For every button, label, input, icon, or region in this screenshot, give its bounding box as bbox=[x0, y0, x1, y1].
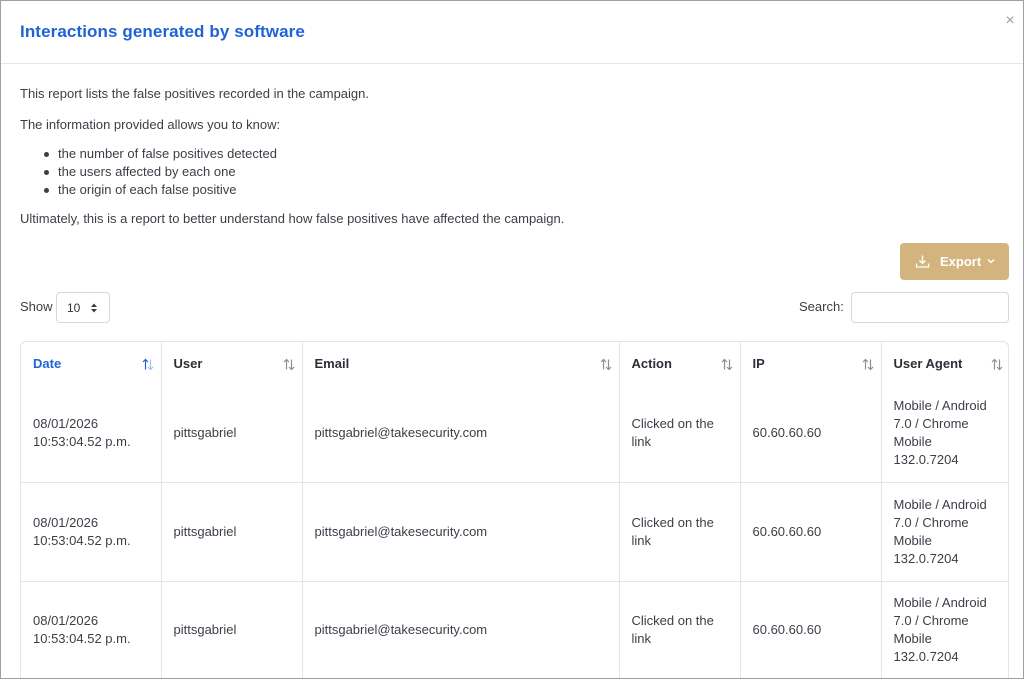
cell-ip: 60.60.60.60 bbox=[740, 385, 882, 482]
column-header-label: Date bbox=[33, 356, 62, 371]
export-label: Export bbox=[940, 254, 982, 269]
page-length-select[interactable]: 10 bbox=[56, 292, 110, 323]
column-header-label: User Agent bbox=[893, 356, 963, 371]
column-header-user-agent[interactable]: User Agent bbox=[881, 342, 1008, 385]
sort-icon bbox=[600, 358, 611, 371]
cell-user: pittsgabriel bbox=[161, 481, 303, 581]
list-item: the number of false positives detected bbox=[44, 145, 1000, 163]
cell-date: 08/01/2026 10:53:04.52 p.m. bbox=[21, 481, 162, 581]
bullet-icon bbox=[44, 152, 49, 157]
table-row: 08/01/2026 10:53:04.52 p.m. pittsgabriel … bbox=[21, 385, 1008, 482]
modal-title: Interactions generated by software bbox=[20, 22, 305, 41]
column-header-ip[interactable]: IP bbox=[740, 342, 882, 385]
table-row: 08/01/2026 10:53:04.52 p.m. pittsgabriel … bbox=[21, 580, 1008, 678]
report-description: This report lists the false positives re… bbox=[20, 86, 1000, 227]
sort-icon bbox=[991, 358, 1003, 371]
modal-header: Interactions generated by software × bbox=[1, 1, 1023, 64]
cell-date: 08/01/2026 10:53:04.52 p.m. bbox=[21, 385, 162, 482]
column-header-label: Email bbox=[314, 356, 350, 371]
sort-icon bbox=[862, 358, 873, 371]
cell-user-agent: Mobile / Android 7.0 / Chrome Mobile 132.0.… bbox=[881, 481, 1008, 581]
sort-icon bbox=[283, 358, 294, 371]
cell-date: 08/01/2026 10:53:04.52 p.m. bbox=[21, 580, 162, 678]
cell-ip: 60.60.60.60 bbox=[740, 580, 882, 678]
close-icon[interactable]: × bbox=[1001, 12, 1019, 30]
description-paragraph: This report lists the false positives re… bbox=[20, 86, 370, 101]
column-header-label: Action bbox=[631, 356, 672, 371]
show-entries-label: Show bbox=[20, 299, 53, 314]
column-header-label: IP bbox=[752, 356, 765, 371]
table-header-row: Date User Email Action IP User Agent bbox=[21, 342, 1008, 385]
column-header-email[interactable]: Email bbox=[302, 342, 620, 385]
column-header-user[interactable]: User bbox=[161, 342, 303, 385]
cell-action: Clicked on the link bbox=[619, 580, 741, 678]
select-arrows-icon bbox=[91, 303, 97, 313]
cell-user-agent: Mobile / Android 7.0 / Chrome Mobile 132.0.… bbox=[893, 398, 987, 468]
cell-action: Clicked on the link bbox=[619, 385, 741, 482]
description-paragraph: Ultimately, this is a report to better u… bbox=[20, 211, 565, 226]
page-length-value: 10 bbox=[67, 301, 81, 315]
list-item: the origin of each false positive bbox=[44, 181, 1000, 199]
chevron-down-icon bbox=[987, 258, 995, 264]
search-input[interactable] bbox=[851, 292, 1009, 323]
cell-email: pittsgabriel@takesecurity.com bbox=[302, 580, 620, 678]
table-row: 08/01/2026 10:53:04.52 p.m. pittsgabriel … bbox=[21, 481, 1008, 581]
cell-user: pittsgabriel bbox=[161, 385, 303, 482]
cell-email: pittsgabriel@takesecurity.com bbox=[302, 481, 620, 581]
description-paragraph: The information provided allows you to k… bbox=[20, 117, 281, 132]
list-item-text: the origin of each false positive bbox=[58, 182, 237, 197]
list-item: the users affected by each one bbox=[44, 163, 1000, 181]
cell-email: pittsgabriel@takesecurity.com bbox=[302, 385, 620, 482]
bullet-icon bbox=[44, 188, 49, 193]
sort-icon bbox=[721, 358, 732, 371]
bullet-icon bbox=[44, 170, 49, 175]
interactions-table: Date User Email Action IP User Agent 08/… bbox=[20, 341, 1009, 678]
info-list: the number of false positives detected t… bbox=[44, 145, 1000, 199]
export-button[interactable]: Export bbox=[900, 243, 1009, 280]
search-label: Search: bbox=[799, 299, 844, 314]
download-icon bbox=[915, 255, 930, 268]
column-header-label: User bbox=[173, 356, 203, 371]
cell-ip: 60.60.60.60 bbox=[740, 481, 882, 581]
column-header-date[interactable]: Date bbox=[21, 342, 162, 385]
cell-user: pittsgabriel bbox=[161, 580, 303, 678]
cell-user-agent: Mobile / Android 7.0 / Chrome Mobile 132.0.… bbox=[881, 580, 1008, 678]
interactions-modal: Interactions generated by software × Thi… bbox=[0, 0, 1024, 679]
sort-asc-icon bbox=[142, 358, 153, 371]
cell-action: Clicked on the link bbox=[619, 481, 741, 581]
column-header-action[interactable]: Action bbox=[619, 342, 741, 385]
list-item-text: the users affected by each one bbox=[58, 164, 236, 179]
list-item-text: the number of false positives detected bbox=[58, 146, 277, 161]
